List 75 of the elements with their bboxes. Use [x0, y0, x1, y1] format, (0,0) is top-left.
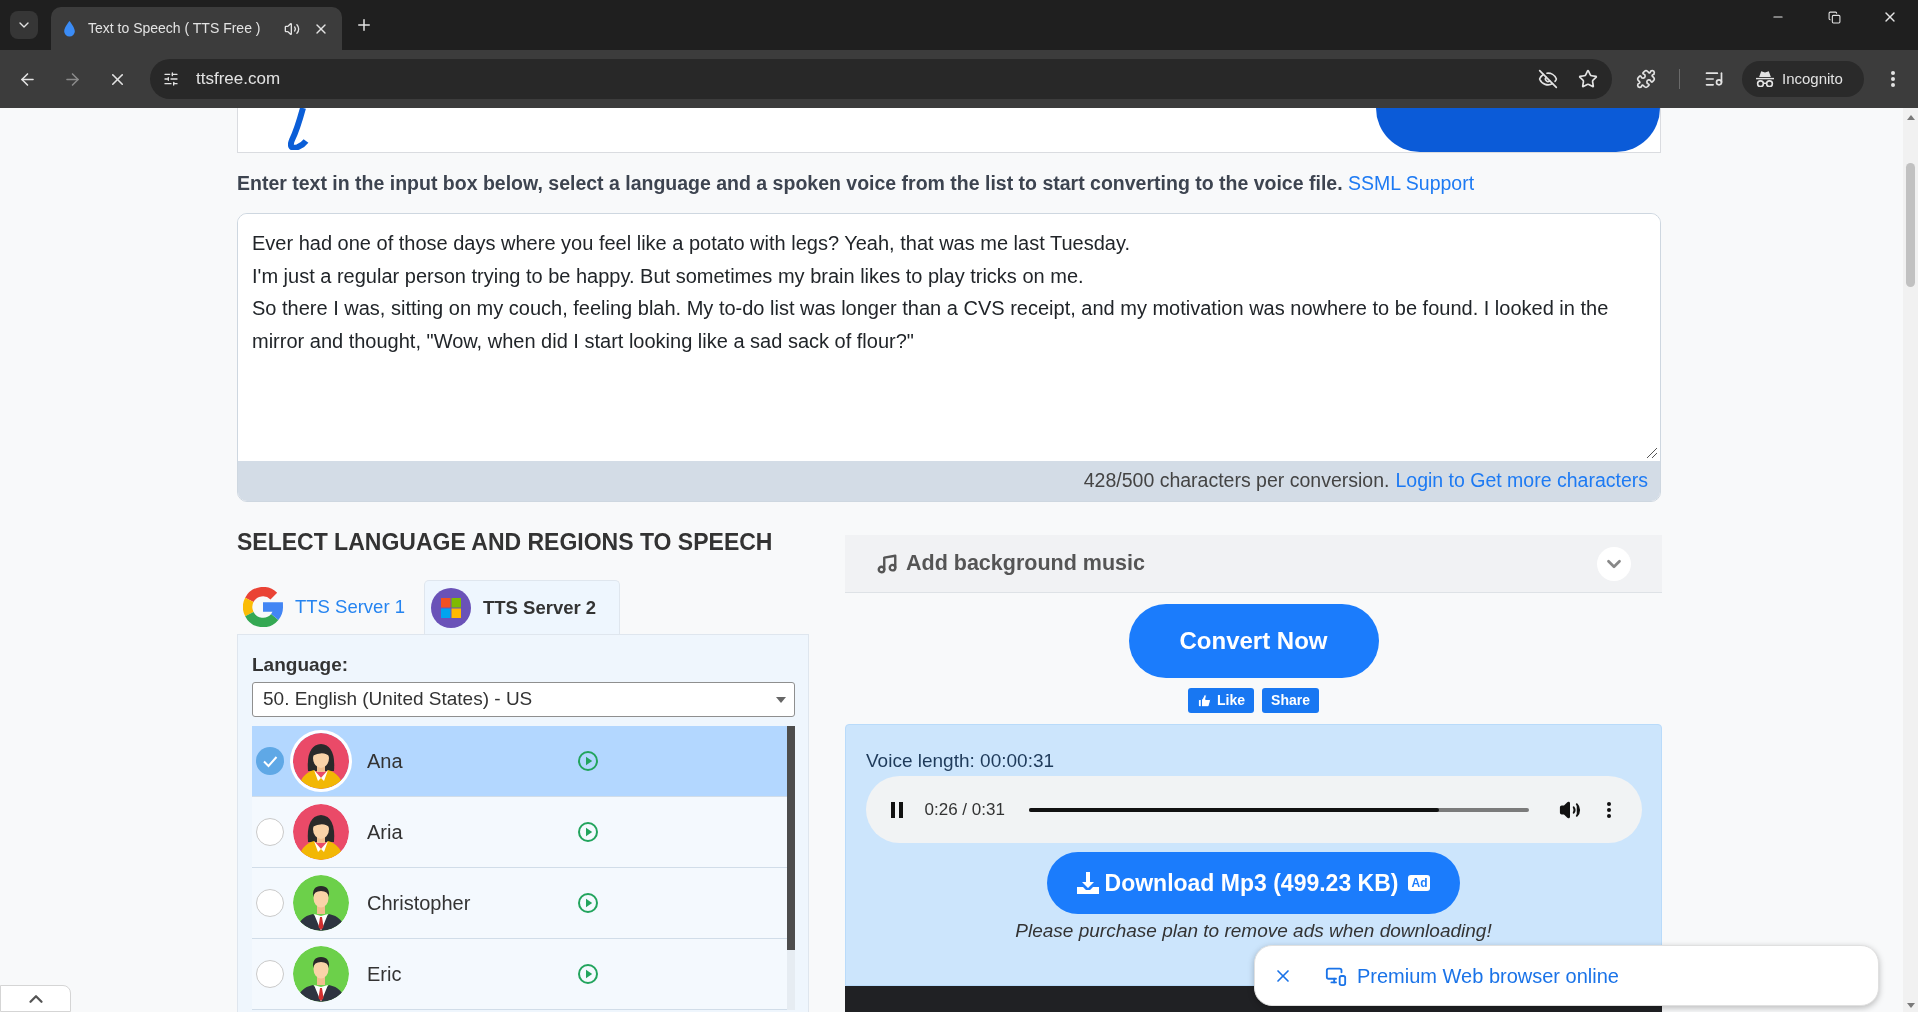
incognito-icon [1756, 71, 1774, 87]
restore-icon [1827, 10, 1841, 24]
drop-icon [64, 20, 75, 37]
scroll-up-icon[interactable] [1906, 115, 1915, 120]
voice-row[interactable]: Ana [252, 726, 787, 797]
play-icon[interactable] [578, 964, 598, 984]
play-icon[interactable] [578, 822, 598, 842]
man-avatar-icon [293, 875, 349, 931]
voice-name: Ana [367, 749, 404, 774]
voice-row[interactable]: Eric [252, 939, 787, 1010]
voice-row[interactable]: Aria [252, 797, 787, 868]
logo-icon [288, 108, 310, 150]
bookmark-star-icon[interactable] [1578, 69, 1598, 89]
incognito-button[interactable]: Incognito [1742, 61, 1864, 97]
man-avatar-icon [293, 946, 349, 1002]
voice-name: Eric [367, 962, 403, 987]
speaker-icon[interactable] [284, 20, 300, 37]
share-button[interactable]: Share [1262, 688, 1319, 713]
section-heading: SELECT LANGUAGE AND REGIONS TO SPEECH [237, 528, 774, 556]
pause-icon[interactable] [889, 801, 904, 818]
radio-button[interactable] [256, 818, 284, 846]
ad-banner-button[interactable] [1376, 108, 1660, 152]
character-counter: 428/500 characters per conversion. [1083, 468, 1390, 494]
like-button[interactable]: Like [1188, 688, 1255, 713]
voice-name: Christopher [367, 891, 472, 916]
menu-icon[interactable] [1891, 71, 1895, 87]
radio-button[interactable] [256, 747, 284, 775]
progress-track[interactable] [1028, 807, 1529, 812]
tab-title: Text to Speech ( TTS Free ) [88, 19, 262, 38]
purchase-notice: Please purchase plan to remove ads when downloading! [1015, 920, 1492, 942]
radio-button[interactable] [256, 960, 284, 988]
list-scrollbar-thumb[interactable] [787, 726, 795, 950]
dropdown-caret-icon [776, 696, 786, 703]
music-label: Add background music [906, 550, 1145, 578]
text-input-field[interactable]: Ever had one of those days where you feel like a potato with legs? Yeah, that was me last Tuesday. I'm just a regular person trying to be happy. But sometimes my brain likes to play tricks on me. So there I was, sitting on my couch, feeling blah. My to-do list was longer than a CVS receipt, and my motivation was nowhere to be found. I looked in the mirror and thought, "Wow, when did I start looking like a sad sack of flour?" [238, 214, 1660, 461]
playback-time: 0:26 / 0:31 [924, 798, 1006, 821]
tab-search-button[interactable] [10, 11, 38, 39]
thumbs-up-icon [1197, 693, 1213, 708]
voice-name: Aria [367, 820, 404, 845]
convert-now-button[interactable]: Convert Now [1128, 604, 1379, 678]
scrollbar-thumb[interactable] [1906, 163, 1915, 287]
address-bar[interactable]: ttsfree.com [150, 59, 1612, 99]
audio-player[interactable]: 0:26 / 0:31 [865, 776, 1642, 843]
server-tab[interactable]: TTS Server 2 [424, 580, 620, 634]
download-mp3-button[interactable]: Download Mp3 (499.23 KB) Ad [1047, 852, 1460, 914]
woman-avatar-icon [293, 804, 349, 860]
windows-logo-icon [431, 587, 471, 628]
music-note-icon [876, 552, 898, 575]
voice-length-text: Voice length: 00:00:31 [866, 749, 1055, 773]
url-text: ttsfree.com [196, 68, 281, 91]
music-accordion[interactable]: Add background music [845, 535, 1662, 593]
instruction-text: Enter text in the input box below, select a language and a spoken voice from the list to start converting to the voice file. SSML Support [237, 171, 1476, 195]
download-icon [1076, 872, 1099, 894]
language-label: Language: [252, 653, 350, 677]
music-list-icon [1704, 69, 1724, 89]
radio-button[interactable] [256, 889, 284, 917]
server-tab[interactable]: TTS Server 1 [237, 580, 424, 634]
plus-icon [355, 16, 373, 34]
ad-badge: Ad [1408, 875, 1431, 891]
browser-tab[interactable]: Text to Speech ( TTS Free ) [51, 7, 342, 50]
play-icon[interactable] [578, 893, 598, 913]
woman-avatar-icon [293, 733, 349, 789]
ad-banner[interactable] [237, 108, 1661, 153]
puzzle-icon [1636, 69, 1656, 89]
more-options-icon[interactable] [1606, 801, 1611, 818]
scroll-down-icon[interactable] [1906, 1003, 1915, 1008]
popup-link[interactable]: Premium Web browser online [1357, 960, 1619, 991]
sliders-icon [163, 71, 179, 87]
eye-off-icon[interactable] [1538, 69, 1558, 89]
language-select[interactable]: 50. English (United States) - US [252, 682, 795, 717]
google-logo-icon [243, 587, 283, 627]
ssml-support-link[interactable]: SSML Support [1348, 172, 1475, 194]
voice-row[interactable]: Christopher [252, 868, 787, 939]
resize-handle-icon[interactable] [1647, 448, 1657, 458]
expand-button[interactable] [1597, 546, 1631, 581]
